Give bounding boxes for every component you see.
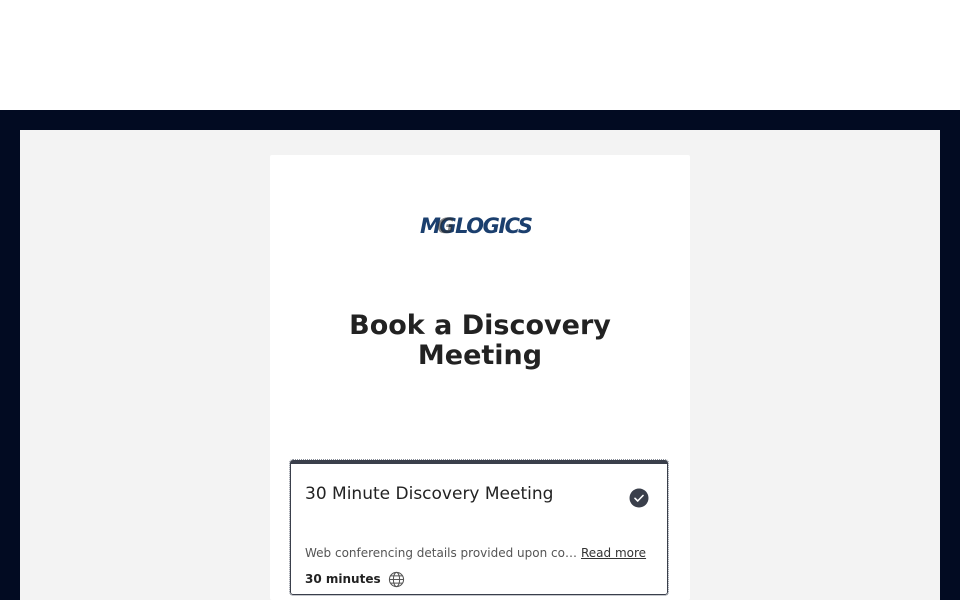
page-header-blank [0,0,960,110]
globe-icon[interactable] [388,571,405,588]
page-title: Book a Discovery Meeting [349,310,611,371]
check-circle-icon [629,488,649,508]
meeting-type-title: 30 Minute Discovery Meeting [305,484,554,504]
company-logo: MGLOGICS G [420,213,542,237]
read-more-link[interactable]: Read more [581,546,646,560]
meeting-duration: 30 minutes [305,572,381,586]
meeting-type-option[interactable]: 30 Minute Discovery Meeting Web conferen… [289,459,669,596]
meeting-description-row: Web conferencing details provided upon c… [305,546,655,560]
meeting-description: Web conferencing details provided upon c… [305,546,577,560]
meeting-duration-row: 30 minutes [305,570,405,588]
booking-card: MGLOGICS G Book a Discovery Meeting 30 M… [270,155,690,600]
svg-text:G: G [437,214,454,237]
